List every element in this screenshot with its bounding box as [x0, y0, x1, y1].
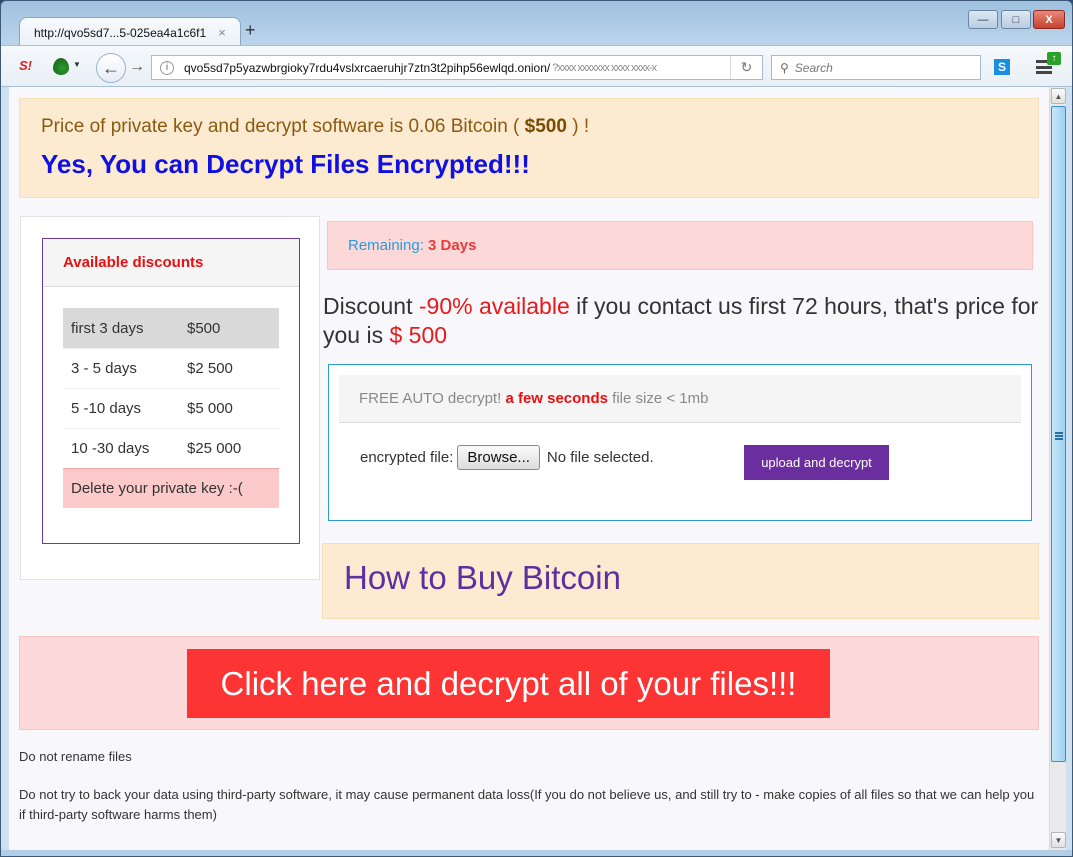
discounts-title: Available discounts: [43, 239, 299, 287]
browse-button[interactable]: Browse...: [457, 445, 540, 470]
info-icon[interactable]: i: [160, 60, 174, 75]
new-tab-button[interactable]: +: [245, 20, 256, 41]
page-viewport: Price of private key and decrypt softwar…: [9, 87, 1049, 850]
remaining-label: Remaining:: [348, 237, 429, 254]
grip-icon: [1055, 432, 1063, 440]
minimize-icon: —: [977, 13, 989, 26]
note-text: Do not rename files: [19, 749, 132, 764]
scroll-down-icon[interactable]: ▼: [1051, 832, 1066, 848]
search-placeholder: Search: [794, 60, 833, 75]
close-tab-icon[interactable]: ×: [214, 25, 230, 40]
discounts-panel: Available discounts first 3 days $500 3 …: [20, 216, 320, 580]
tab-title: http://qvo5sd7...5-025ea4a1c6f1: [34, 25, 207, 40]
arrow-left-icon: ←: [102, 57, 120, 78]
discount-row: 10 -30 days $25 000: [63, 428, 279, 468]
discount-row: 5 -10 days $5 000: [63, 388, 279, 428]
vertical-scrollbar[interactable]: ▲ ▼: [1049, 87, 1066, 850]
maximize-icon: □: [1012, 13, 1020, 26]
remaining-alert: Remaining: 3 Days: [327, 221, 1033, 270]
scroll-up-icon[interactable]: ▲: [1051, 88, 1066, 104]
url-text[interactable]: qvo5sd7p5yazwbrgioky7rdu4vslxrcaeruhjr7z…: [184, 61, 550, 75]
file-label: encrypted file:: [360, 449, 454, 466]
reload-icon[interactable]: ↻: [730, 56, 762, 79]
free-decrypt-panel: FREE AUTO decrypt! a few seconds file si…: [328, 364, 1032, 521]
tab-strip: http://qvo5sd7...5-025ea4a1c6f1 × + — □ …: [1, 1, 1072, 47]
remaining-value: 3 Days: [428, 237, 477, 254]
discount-highlight: -90% available: [418, 293, 570, 319]
upload-and-decrypt-button[interactable]: upload and decrypt: [744, 445, 889, 480]
navigation-toolbar: S! ▼ ← → i qvo5sd7p5yazwbrgioky7rdu4vslx…: [1, 45, 1072, 87]
s-extension-icon[interactable]: S: [994, 59, 1010, 75]
close-icon: X: [1045, 13, 1053, 26]
back-button[interactable]: ←: [96, 53, 126, 83]
discount-message: Discount -90% available if you contact u…: [323, 293, 1039, 348]
how-to-buy-bitcoin-link[interactable]: How to Buy Bitcoin: [322, 543, 1039, 619]
sj-addon-icon[interactable]: S!: [19, 58, 32, 73]
update-available-icon[interactable]: ↑: [1047, 52, 1061, 65]
close-window-button[interactable]: X: [1033, 10, 1065, 29]
price-banner: Price of private key and decrypt softwar…: [19, 98, 1039, 198]
discounts-table: first 3 days $500 3 - 5 days $2 500 5 -1…: [63, 308, 279, 508]
window-frame-bottom: [1, 850, 1072, 856]
discount-row: first 3 days $500: [63, 308, 279, 348]
price-text: Price of private key and decrypt softwar…: [41, 116, 590, 137]
price-amount: $500: [524, 116, 567, 137]
decrypt-all-button[interactable]: Click here and decrypt all of your files…: [187, 649, 830, 718]
tor-onion-icon[interactable]: [53, 58, 69, 75]
discount-row: 3 - 5 days $2 500: [63, 348, 279, 388]
browser-tab[interactable]: http://qvo5sd7...5-025ea4a1c6f1 ×: [19, 17, 241, 47]
search-icon: ⚲: [780, 60, 789, 75]
note-text: Do not try to back your data using third…: [19, 787, 1035, 822]
discount-price: $ 500: [389, 322, 448, 348]
headline: Yes, You can Decrypt Files Encrypted!!!: [41, 149, 530, 179]
decrypt-all-panel: Click here and decrypt all of your files…: [19, 636, 1039, 730]
address-bar[interactable]: i qvo5sd7p5yazwbrgioky7rdu4vslxrcaeruhjr…: [151, 55, 763, 80]
browser-window: http://qvo5sd7...5-025ea4a1c6f1 × + — □ …: [0, 0, 1073, 857]
maximize-button[interactable]: □: [1001, 10, 1031, 29]
forward-button[interactable]: →: [129, 58, 145, 76]
chevron-down-icon[interactable]: ▼: [73, 60, 81, 69]
free-decrypt-header: FREE AUTO decrypt! a few seconds file si…: [339, 375, 1021, 423]
discounts-card: Available discounts first 3 days $500 3 …: [42, 238, 300, 544]
scrollbar-thumb[interactable]: [1051, 106, 1066, 762]
free-decrypt-highlight: a few seconds: [505, 390, 608, 407]
file-input-row: encrypted file: Browse... No file select…: [360, 445, 654, 470]
arrow-right-icon: →: [129, 58, 145, 75]
url-obscured-text: ?xxxx xxxxxxx xxxx xxxx-x: [552, 61, 657, 74]
file-status: No file selected.: [546, 449, 654, 466]
search-bar[interactable]: ⚲ Search: [771, 55, 981, 80]
discount-row-delete-key: Delete your private key :-(: [63, 468, 279, 508]
minimize-button[interactable]: —: [968, 10, 998, 29]
